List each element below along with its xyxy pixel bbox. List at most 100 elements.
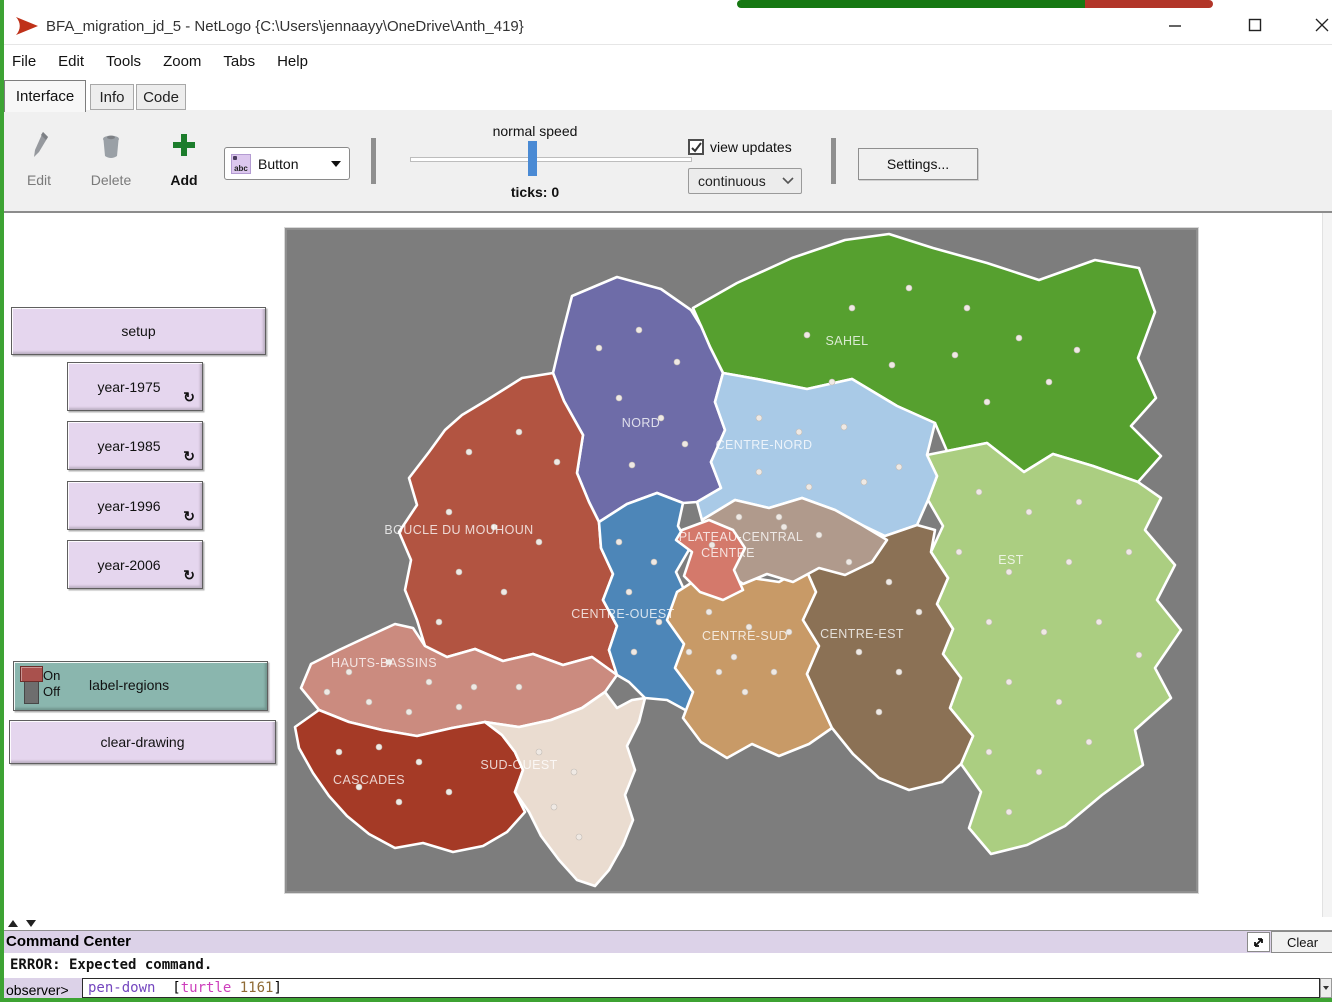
clear-drawing-label: clear-drawing: [100, 734, 184, 750]
splitter-down-arrow[interactable]: [26, 920, 36, 927]
speed-slider-track[interactable]: [410, 157, 692, 162]
add-label: Add: [168, 172, 200, 188]
year-1975-button[interactable]: year-1975 ↻: [67, 362, 203, 411]
forever-icon: ↻: [183, 389, 195, 406]
widget-type-value: Button: [258, 156, 298, 172]
svg-text:NORD: NORD: [622, 416, 660, 430]
close-button[interactable]: [1305, 10, 1332, 40]
menu-edit[interactable]: Edit: [58, 53, 84, 70]
menu-tools[interactable]: Tools: [106, 53, 141, 70]
toolbar-separator: [831, 138, 836, 184]
command-token: ]: [273, 980, 281, 996]
burkina-faso-map: SAHEL EST NORD CENTRE-NORD BOUCLE DU MOU…: [287, 230, 1196, 891]
maximize-button[interactable]: [1238, 10, 1272, 40]
clear-drawing-button[interactable]: clear-drawing: [9, 720, 276, 764]
svg-text:CASCADES: CASCADES: [333, 773, 405, 787]
screen-border-bottom: [0, 998, 1332, 1002]
command-center-title: Command Center: [6, 933, 131, 950]
svg-text:SAHEL: SAHEL: [826, 334, 869, 348]
delete-trash-icon[interactable]: [100, 132, 122, 165]
menu-tabs[interactable]: Tabs: [223, 53, 255, 70]
chevron-down-icon: [782, 177, 794, 185]
setup-button[interactable]: setup: [11, 307, 266, 355]
recording-indicator-red: [1085, 0, 1213, 8]
year-button-label: year-1975: [97, 379, 160, 395]
minimize-button[interactable]: [1158, 10, 1192, 40]
menu-zoom[interactable]: Zoom: [163, 53, 201, 70]
year-button-label: year-2006: [97, 557, 160, 573]
window-title: BFA_migration_jd_5 - NetLogo {C:\Users\j…: [46, 18, 524, 35]
add-plus-icon[interactable]: [172, 133, 196, 162]
command-token: [: [155, 980, 180, 996]
tab-info[interactable]: Info: [90, 84, 134, 110]
button-widget-icon: abc: [231, 154, 251, 174]
label-regions-switch[interactable]: On Off label-regions: [13, 661, 268, 711]
switch-label: label-regions: [89, 677, 169, 693]
splitter-up-arrow[interactable]: [8, 920, 18, 927]
ticks-counter: ticks: 0: [455, 184, 615, 200]
forever-icon: ↻: [183, 448, 195, 465]
command-input[interactable]: pen-down [turtle 1161]: [82, 978, 1320, 998]
svg-text:CENTRE: CENTRE: [701, 546, 755, 560]
menu-bar: File Edit Tools Zoom Tabs Help: [4, 45, 1332, 77]
error-message: ERROR: Expected command.: [10, 957, 212, 973]
chevron-down-icon: [331, 161, 341, 167]
speed-slider-handle[interactable]: [528, 141, 537, 176]
svg-text:CENTRE-OUEST: CENTRE-OUEST: [571, 607, 674, 621]
chevron-down-icon: [1323, 986, 1329, 990]
interface-toolbar: Edit Delete Add abc Button normal speed …: [0, 110, 1332, 213]
settings-button[interactable]: Settings...: [858, 148, 978, 180]
command-token: turtle: [181, 980, 232, 996]
toolbar-separator: [371, 138, 376, 184]
view-updates-checkbox[interactable]: [688, 139, 704, 155]
command-token: pen-down: [88, 980, 155, 996]
speed-slider-label: normal speed: [455, 123, 615, 139]
command-center-resize-button[interactable]: [1247, 932, 1270, 952]
switch-off-label: Off: [43, 684, 60, 699]
title-bar: BFA_migration_jd_5 - NetLogo {C:\Users\j…: [0, 8, 1332, 45]
widget-type-dropdown[interactable]: abc Button: [224, 147, 350, 180]
year-button-label: year-1985: [97, 438, 160, 454]
command-center-header: [0, 930, 1332, 953]
tab-code[interactable]: Code: [136, 84, 186, 110]
update-mode-value: continuous: [698, 173, 766, 189]
tab-bar: Interface Info Code: [4, 78, 1332, 110]
world-view[interactable]: SAHEL EST NORD CENTRE-NORD BOUCLE DU MOU…: [285, 228, 1198, 893]
svg-text:PLATEAU-CENTRAL: PLATEAU-CENTRAL: [679, 530, 804, 544]
region-centre-sud: [667, 567, 832, 758]
svg-text:CENTRE-NORD: CENTRE-NORD: [716, 438, 813, 452]
svg-text:HAUTS-BASSINS: HAUTS-BASSINS: [331, 656, 437, 670]
recording-indicator-green: [737, 0, 1085, 8]
vertical-scrollbar[interactable]: [1322, 213, 1332, 917]
menu-help[interactable]: Help: [277, 53, 308, 70]
year-2006-button[interactable]: year-2006 ↻: [67, 540, 203, 589]
screen-border-left: [0, 0, 4, 1002]
netlogo-logo-icon: [14, 14, 40, 43]
update-mode-dropdown[interactable]: continuous: [688, 168, 802, 194]
view-updates-label: view updates: [710, 139, 792, 155]
setup-button-label: setup: [121, 323, 155, 339]
command-token: 1161: [231, 980, 273, 996]
year-1996-button[interactable]: year-1996 ↻: [67, 481, 203, 530]
switch-on-label: On: [43, 668, 60, 683]
forever-icon: ↻: [183, 508, 195, 525]
resize-arrows-icon: [1252, 936, 1265, 949]
netlogo-window: BFA_migration_jd_5 - NetLogo {C:\Users\j…: [0, 0, 1332, 1002]
year-1985-button[interactable]: year-1985 ↻: [67, 421, 203, 470]
command-center-output: ERROR: Expected command.: [4, 953, 1332, 979]
svg-text:EST: EST: [998, 553, 1024, 567]
forever-icon: ↻: [183, 567, 195, 584]
svg-text:SUD-OUEST: SUD-OUEST: [480, 758, 557, 772]
switch-knob[interactable]: [20, 666, 43, 682]
tab-interface[interactable]: Interface: [4, 80, 86, 112]
svg-text:CENTRE-EST: CENTRE-EST: [820, 627, 904, 641]
command-history-button[interactable]: [1320, 978, 1332, 998]
command-center-clear-button[interactable]: Clear: [1271, 931, 1332, 953]
edit-label: Edit: [14, 172, 64, 188]
edit-pencil-icon[interactable]: [30, 130, 52, 165]
svg-text:BOUCLE DU MOUHOUN: BOUCLE DU MOUHOUN: [384, 523, 533, 537]
delete-label: Delete: [84, 172, 138, 188]
menu-file[interactable]: File: [12, 53, 36, 70]
svg-text:CENTRE-SUD: CENTRE-SUD: [702, 629, 788, 643]
observer-prompt: observer>: [6, 982, 69, 998]
